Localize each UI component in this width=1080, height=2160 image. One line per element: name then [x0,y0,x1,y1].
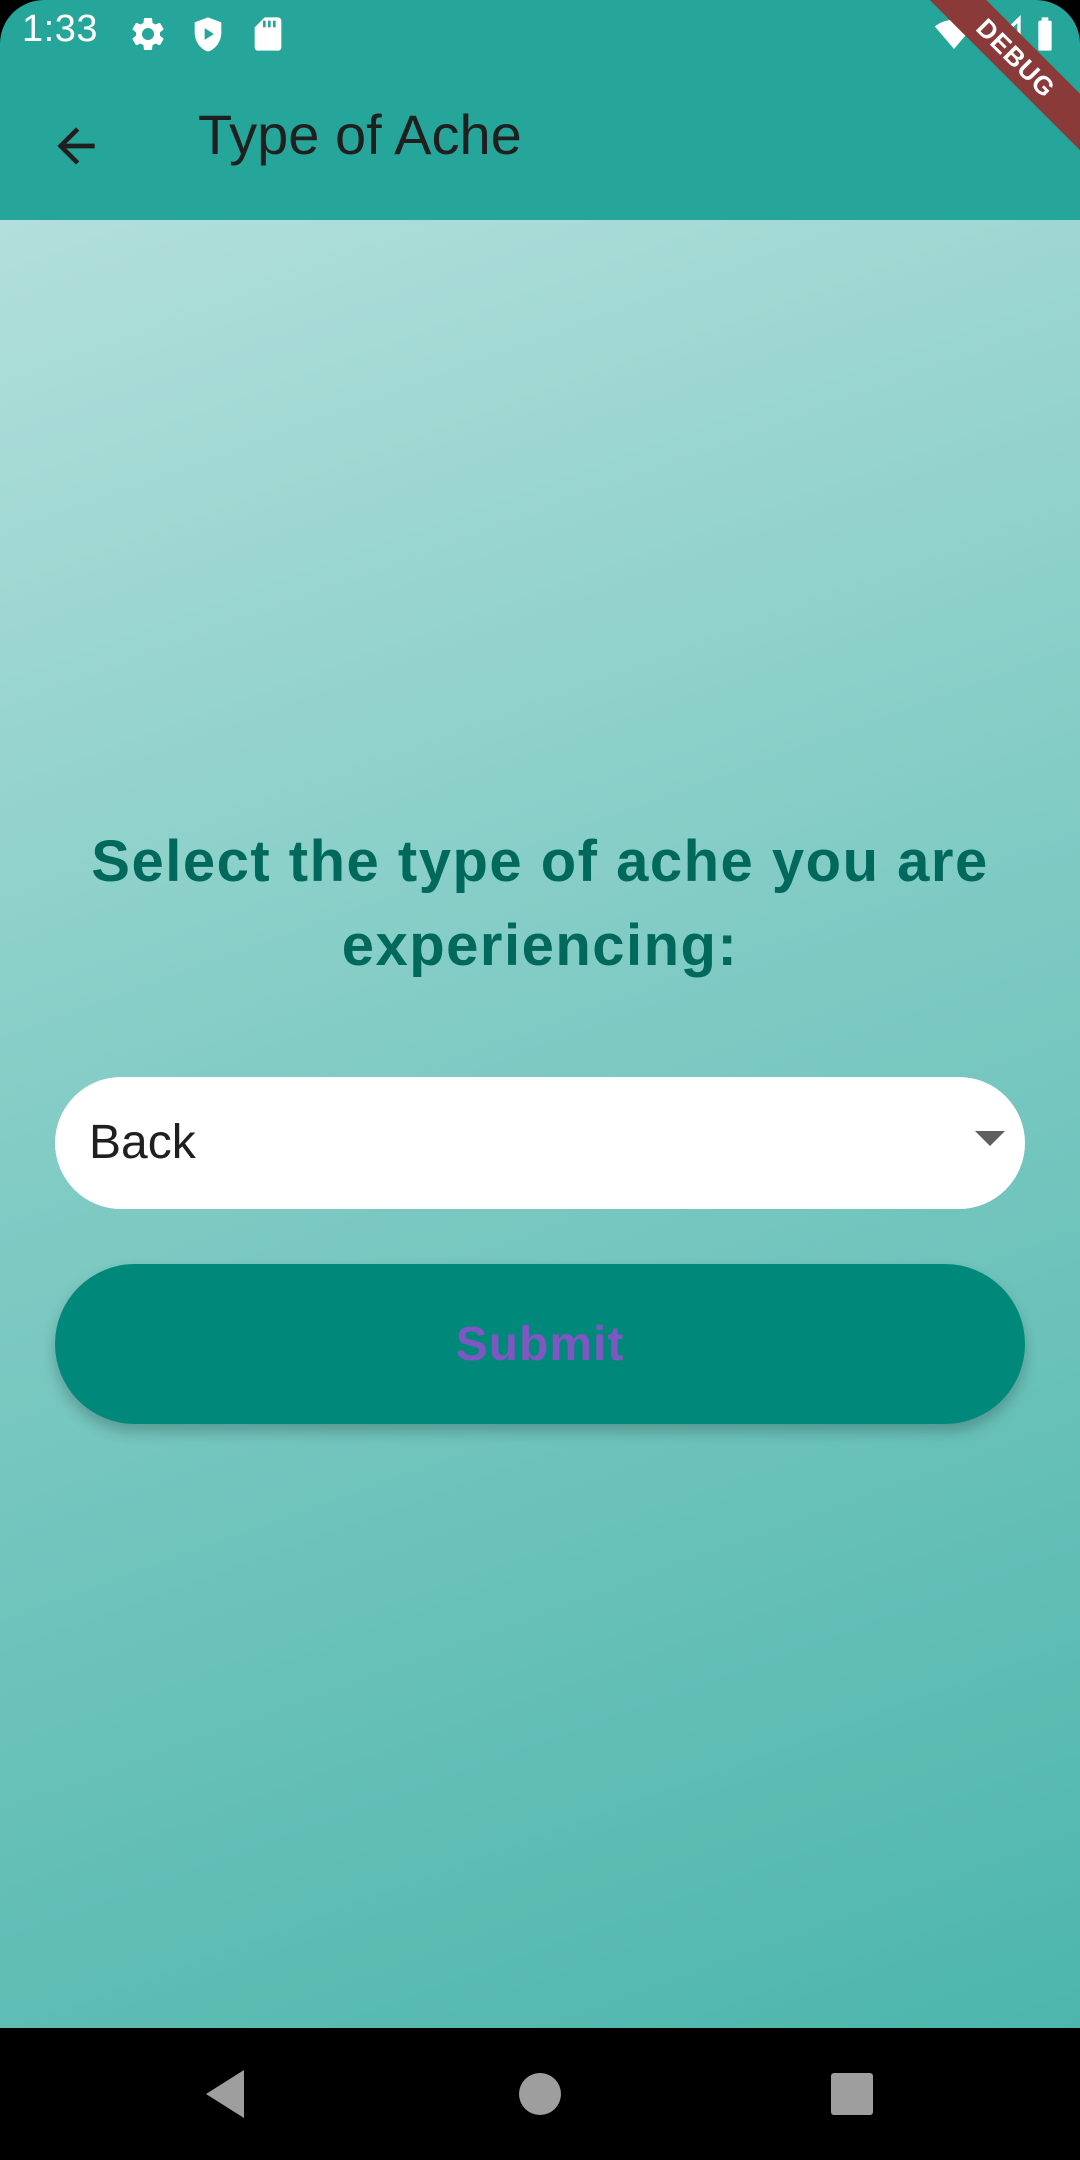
submit-label: Submit [455,1317,625,1371]
nav-home-icon [519,2073,561,2115]
ache-type-prompt: Select the type of ache you are experien… [91,829,989,978]
submit-button[interactable]: Submit [55,1264,1025,1424]
status-bar: 1:33 [0,0,1080,66]
settings-icon [128,14,168,54]
status-time: 1:33 [22,8,98,50]
battery-icon [1030,14,1070,54]
main-content: Select the type of ache you are experien… [0,220,1080,2028]
phone-screen: 1:33 Type of Ache DEBUG Select the type … [0,0,1080,2160]
system-nav-bar [0,2028,1080,2160]
signal-icon [984,14,1024,54]
nav-recents-icon [831,2073,873,2115]
nav-recents-button[interactable] [822,2064,882,2124]
nav-back-button[interactable] [196,2064,256,2124]
ache-type-dropdown[interactable]: Back [55,1077,1025,1209]
back-button[interactable] [36,106,116,186]
sd-card-icon [248,14,288,54]
arrow-drop-down-icon [975,1131,1005,1146]
page-title: Type of Ache [198,103,522,166]
wifi-icon [934,14,974,54]
dropdown-selected-value: Back [89,1116,196,1169]
shield-play-icon [188,14,228,54]
app-bar: Type of Ache [0,66,1080,220]
nav-back-icon [206,2070,244,2118]
nav-home-button[interactable] [510,2064,570,2124]
arrow-back-icon [57,127,95,165]
